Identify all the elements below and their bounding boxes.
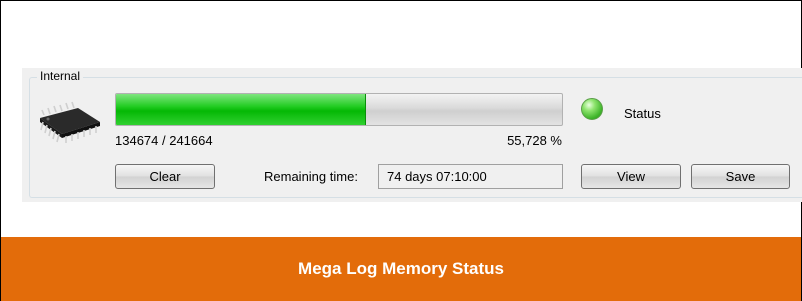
memory-chip-icon <box>40 101 100 143</box>
clear-button[interactable]: Clear <box>115 164 215 189</box>
remaining-time-label: Remaining time: <box>264 169 358 184</box>
view-button[interactable]: View <box>581 164 681 189</box>
memory-usage-percent: 55,728 % <box>507 133 562 148</box>
memory-usage-count: 134674 / 241664 <box>115 133 213 148</box>
remaining-time-field: 74 days 07:10:00 <box>378 164 563 189</box>
memory-progress-bar <box>115 93 563 126</box>
groupbox-legend: Internal <box>37 69 84 83</box>
status-label: Status <box>624 106 661 121</box>
status-led-icon <box>581 98 603 120</box>
footer-title: Mega Log Memory Status <box>298 259 504 278</box>
save-button[interactable]: Save <box>691 164 790 189</box>
footer-banner: Mega Log Memory Status <box>1 237 801 301</box>
memory-progress-fill <box>116 94 366 125</box>
